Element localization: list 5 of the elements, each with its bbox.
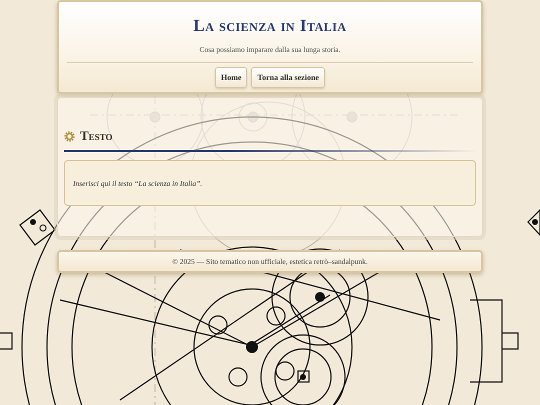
nav-button[interactable]: Torna alla sezione (251, 67, 325, 88)
gear-icon (64, 130, 75, 142)
section-heading: Testo (80, 128, 113, 144)
nav-button[interactable]: Home (215, 67, 248, 88)
site-title: La scienza in Italia (192, 16, 348, 36)
